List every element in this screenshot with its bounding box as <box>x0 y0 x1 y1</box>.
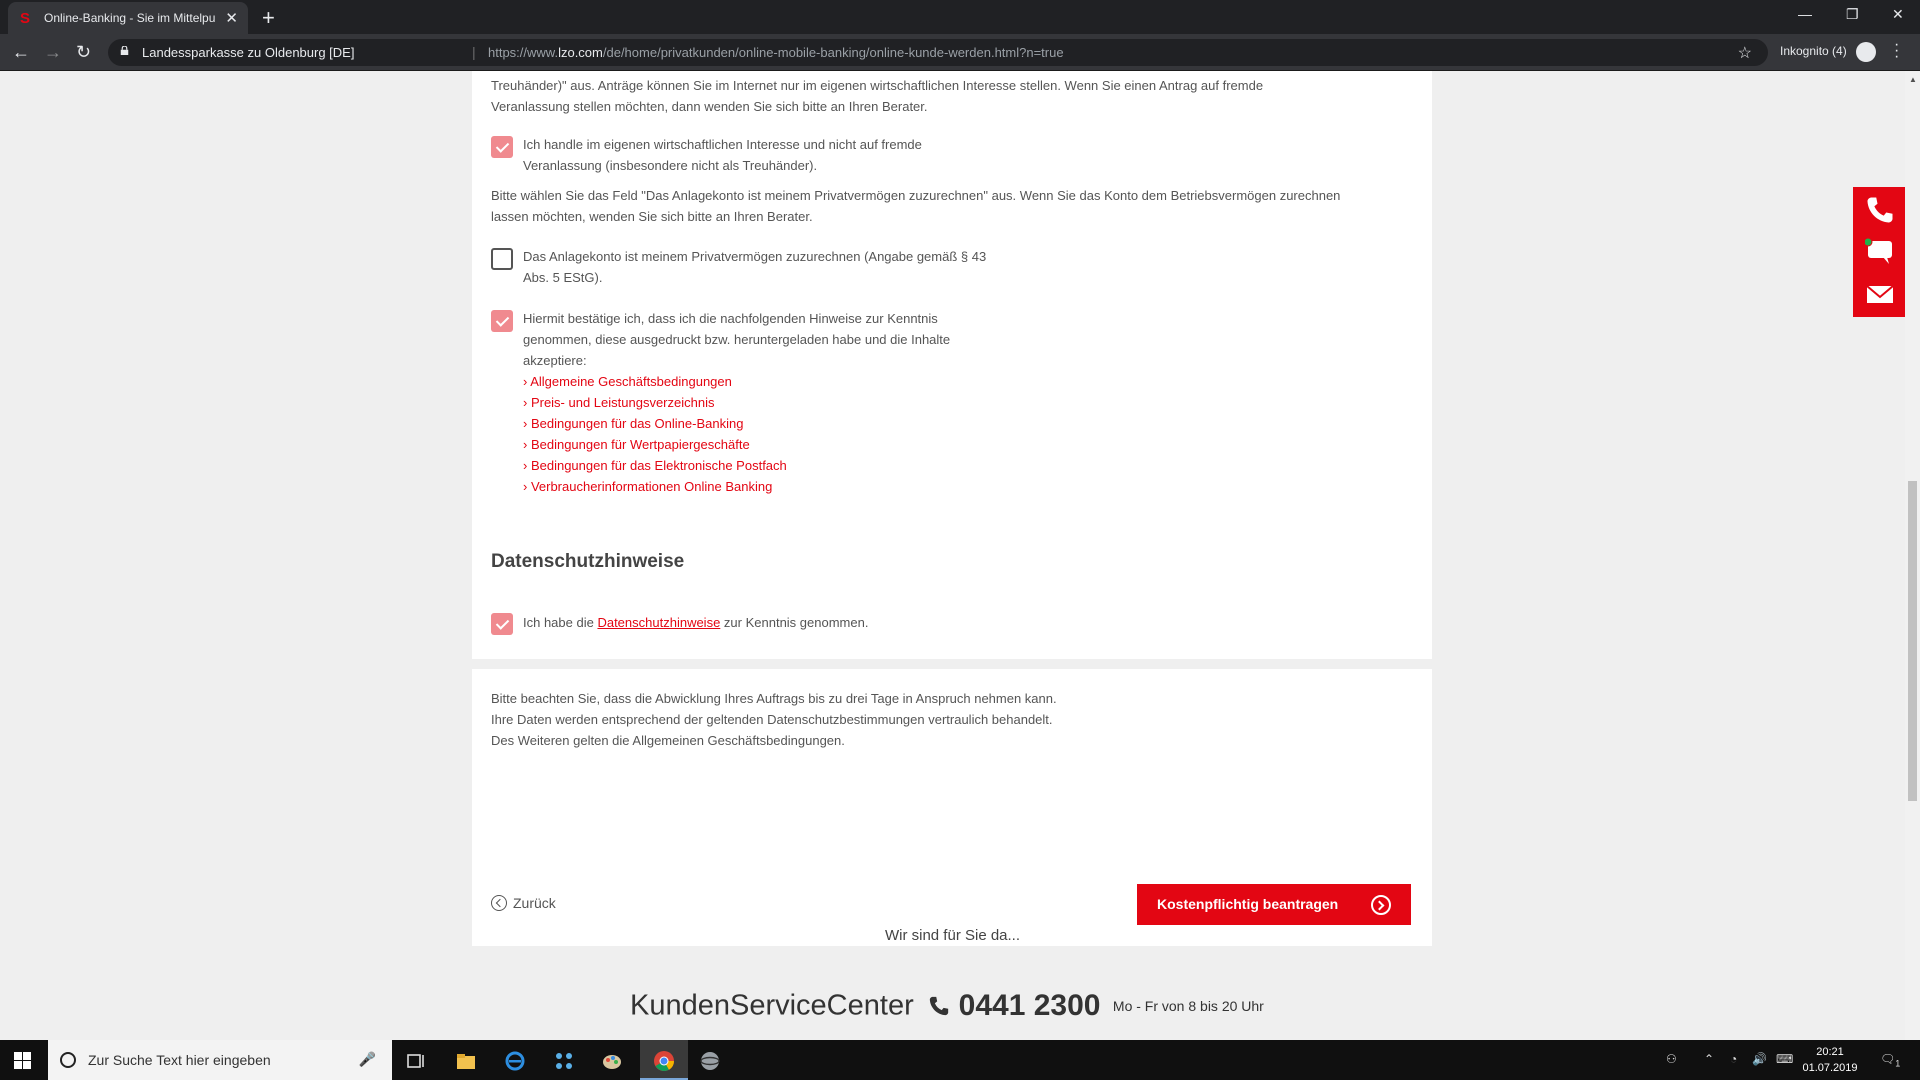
lock-icon <box>120 46 129 55</box>
phone-icon[interactable] <box>1865 195 1895 225</box>
page-scrollbar[interactable]: ▲ <box>1905 71 1920 1040</box>
internet-explorer-icon[interactable] <box>504 1050 526 1072</box>
browser-tab[interactable]: S Online-Banking - Sie im Mittelpu ✕ <box>8 2 248 34</box>
tray-chevron-up-icon[interactable]: ⌃ <box>1704 1052 1714 1066</box>
tab-title: Online-Banking - Sie im Mittelpu <box>44 11 216 25</box>
link-preis-leistungsverzeichnis[interactable]: › Preis- und Leistungsverzeichnis <box>523 392 714 413</box>
site-identity: Landessparkasse zu Oldenburg [DE] <box>142 45 355 60</box>
contact-widget <box>1853 187 1905 317</box>
reload-icon[interactable]: ↻ <box>76 42 91 63</box>
link-bedingungen-wertpapiergeschaefte[interactable]: › Bedingungen für Wertpapiergeschäfte <box>523 434 750 455</box>
link-agb[interactable]: › Allgemeine Geschäftsbedingungen <box>523 371 732 392</box>
processing-notice: Bitte beachten Sie, dass die Abwicklung … <box>491 691 1057 748</box>
paint-app-icon[interactable] <box>601 1050 623 1072</box>
phone-icon <box>930 996 949 1016</box>
taskbar-clock[interactable]: 20:21 01.07.2019 <box>1800 1044 1860 1076</box>
file-explorer-icon[interactable] <box>455 1050 477 1072</box>
app-network-icon[interactable] <box>553 1050 575 1072</box>
link-bedingungen-elektronisches-postfach[interactable]: › Bedingungen für das Elektronische Post… <box>523 455 787 476</box>
footer-lead: Wir sind für Sie da... <box>884 927 1021 944</box>
privacy-card: Datenschutzhinweise Ich habe die Datensc… <box>472 529 1432 659</box>
private-assets-text: Bitte wählen Sie das Feld "Das Anlagekon… <box>491 188 1341 224</box>
own-interest-checkbox[interactable] <box>491 136 513 158</box>
url-text: https://www.lzo.com/de/home/privatkunden… <box>488 45 1064 60</box>
new-tab-button[interactable]: + <box>262 5 275 31</box>
submit-button[interactable]: Kostenpflichtig beantragen <box>1137 884 1411 925</box>
star-icon[interactable]: ☆ <box>1738 43 1752 63</box>
task-view-icon[interactable] <box>405 1050 427 1072</box>
minimize-icon[interactable]: — <box>1798 6 1812 22</box>
incognito-label: Inkognito (4) <box>1780 44 1847 58</box>
taskbar-search[interactable]: Zur Suche Text hier eingeben 🎤 <box>48 1040 392 1080</box>
service-hours: Mo - Fr von 8 bis 20 Uhr <box>1112 998 1264 1014</box>
forward-arrow-icon[interactable]: → <box>44 42 62 63</box>
scrollbar-thumb[interactable] <box>1908 481 1917 801</box>
chrome-icon <box>654 1051 675 1071</box>
omnibox-separator: | <box>472 44 476 60</box>
notification-icon[interactable]: 🗨1 <box>1880 1052 1900 1068</box>
link-bedingungen-online-banking[interactable]: › Bedingungen für das Online-Banking <box>523 413 743 434</box>
keyboard-icon[interactable]: ⌨ <box>1776 1052 1793 1066</box>
taskbar-search-placeholder: Zur Suche Text hier eingeben <box>88 1052 271 1068</box>
consent-card: Treuhänder)" aus. Anträge können Sie im … <box>472 71 1432 590</box>
cortana-icon <box>60 1052 76 1068</box>
windows-taskbar: Zur Suche Text hier eingeben 🎤 ⚇ ⌃ ◔ 🔊 ⌨… <box>0 1040 1920 1080</box>
link-verbraucherinformationen[interactable]: › Verbraucherinformationen Online Bankin… <box>523 476 772 497</box>
windows-start-icon[interactable] <box>14 1052 31 1069</box>
tab-close-icon[interactable]: ✕ <box>225 9 238 27</box>
submit-card: Bitte beachten Sie, dass die Abwicklung … <box>472 669 1432 946</box>
service-phone-number[interactable]: 0441 2300 <box>959 989 1101 1022</box>
window-close-icon[interactable]: ✕ <box>1892 6 1904 23</box>
sparkasse-favicon-icon: S <box>20 10 31 27</box>
privacy-checkbox[interactable] <box>491 613 513 635</box>
microphone-icon[interactable]: 🎤 <box>359 1051 376 1068</box>
chat-icon[interactable] <box>1865 237 1895 267</box>
terms-checkbox[interactable] <box>491 310 513 332</box>
intro-text: Treuhänder)" aus. Anträge können Sie im … <box>491 78 1264 114</box>
own-interest-label: Ich handle im eigenen wirtschaftlichen I… <box>523 137 922 173</box>
menu-icon[interactable]: · · · <box>1894 37 1899 65</box>
privacy-title: Datenschutzhinweise <box>491 551 685 572</box>
browser-toolbar: ← → ↻ Landessparkasse zu Oldenburg [DE] … <box>0 34 1920 71</box>
back-arrow-icon[interactable]: ← <box>12 42 30 63</box>
taskbar-chrome-active[interactable] <box>640 1040 688 1080</box>
volume-icon[interactable]: 🔊 <box>1752 1052 1767 1066</box>
terms-label: Hiermit bestätige ich, dass ich die nach… <box>523 311 951 368</box>
customer-service-line: KundenServiceCenter 0441 2300 Mo - Fr vo… <box>630 989 1264 1023</box>
browser-tab-strip: S Online-Banking - Sie im Mittelpu ✕ + —… <box>0 0 1920 34</box>
scroll-up-icon[interactable]: ▲ <box>1909 75 1917 84</box>
incognito-icon[interactable] <box>1856 42 1876 62</box>
address-bar[interactable]: Landessparkasse zu Oldenburg [DE] | http… <box>108 39 1768 66</box>
chevron-left-circle-icon <box>491 895 507 911</box>
restore-icon[interactable]: ❐ <box>1846 6 1859 23</box>
service-center-name: KundenServiceCenter <box>630 989 914 1022</box>
privacy-link[interactable]: Datenschutzhinweise <box>597 615 720 630</box>
app-globe-icon[interactable] <box>699 1050 721 1072</box>
private-assets-checkbox[interactable] <box>491 248 513 270</box>
wifi-icon[interactable]: ◔ <box>1730 1052 1737 1066</box>
privacy-label: Ich habe die Datenschutzhinweise zur Ken… <box>523 615 869 630</box>
page-viewport: Treuhänder)" aus. Anträge können Sie im … <box>0 71 1905 1040</box>
private-assets-label: Das Anlagekonto ist meinem Privatvermöge… <box>523 249 987 285</box>
mail-icon[interactable] <box>1865 279 1895 309</box>
people-icon[interactable]: ⚇ <box>1666 1052 1677 1066</box>
back-button[interactable]: Zurück <box>491 895 556 911</box>
chevron-right-circle-icon <box>1371 895 1391 915</box>
